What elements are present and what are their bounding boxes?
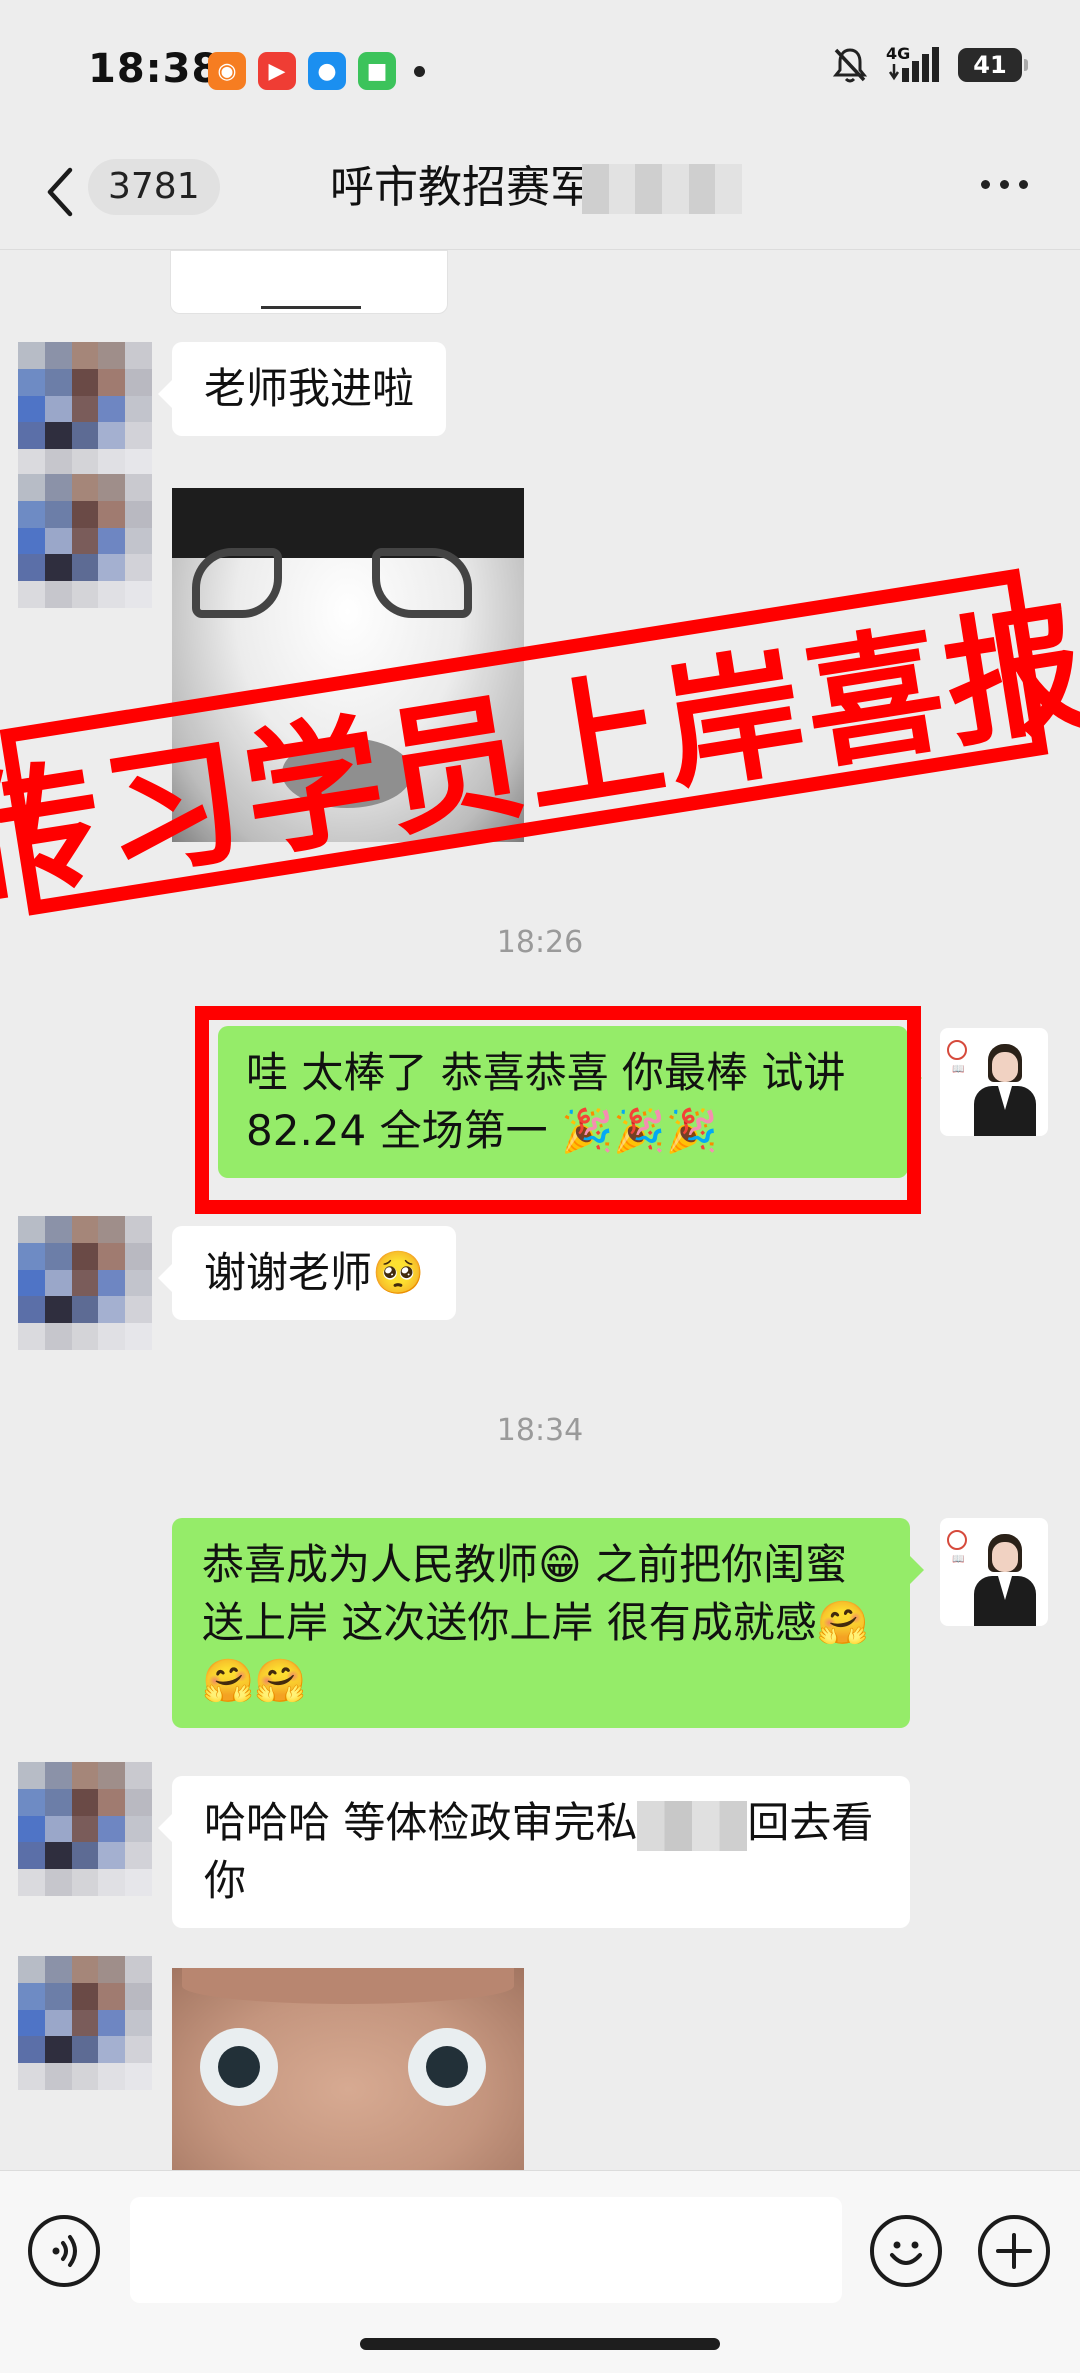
my-avatar[interactable]: 📖 — [940, 1518, 1048, 1626]
more-icon[interactable] — [981, 180, 1028, 189]
more-notifications-dot — [414, 65, 425, 77]
title-mosaic — [582, 164, 742, 214]
message-bubble[interactable]: 哈哈哈 等体检政审完私 回去看你 — [158, 1776, 910, 1928]
green-message-icon: ■ — [358, 52, 396, 90]
message-text: 谢谢老师🥺 — [204, 1248, 425, 1297]
my-avatar[interactable]: 📖 — [940, 1028, 1048, 1136]
chat-title: 呼市教招赛军 — [330, 162, 594, 213]
status-time: 18:38 — [88, 46, 221, 92]
orange-app-icon: ◉ — [208, 52, 246, 90]
contact-avatar[interactable] — [18, 1956, 152, 2090]
system-icons: 4G 41 — [832, 44, 1028, 84]
announcement-stamp: 传习学员上岸喜报 — [0, 568, 1080, 923]
voice-icon[interactable] — [28, 2215, 100, 2287]
plus-icon[interactable] — [978, 2215, 1050, 2287]
seal-icon — [947, 1530, 967, 1550]
message-bubble[interactable]: 谢谢老师🥺 — [157, 1226, 457, 1320]
stamp-text: 传习学员上岸喜报 — [0, 585, 1080, 923]
emoji-icon[interactable] — [870, 2215, 942, 2287]
contact-avatar[interactable] — [18, 342, 152, 476]
blue-app-icon: ● — [308, 52, 346, 90]
message-text: 老师我进啦 — [204, 364, 415, 413]
mute-icon — [832, 48, 868, 83]
network-type: 4G — [886, 44, 911, 63]
back-icon[interactable] — [40, 162, 80, 222]
contact-avatar[interactable] — [18, 474, 152, 608]
my-message-bubble[interactable]: 恭喜成为人民教师😁 之前把你闺蜜送上岸 这次送你上岸 很有成就感🤗🤗🤗 — [172, 1518, 924, 1728]
highlight-box — [195, 1006, 921, 1214]
status-bar: 18:38 ◉ ▶ ● ■ 4G 41 — [0, 0, 1080, 140]
contact-avatar[interactable] — [18, 1762, 152, 1896]
chat-header: 3781 呼市教招赛军 — [0, 140, 1080, 250]
message-bubble[interactable]: 老师我进啦 — [157, 342, 447, 436]
seal-icon — [947, 1040, 967, 1060]
battery-level: 41 — [973, 51, 1007, 79]
battery-icon: 41 — [958, 48, 1028, 82]
timestamp: 18:34 — [496, 1413, 584, 1448]
wide-eyes-sticker[interactable] — [172, 1968, 524, 2170]
timestamp: 18:26 — [496, 925, 584, 960]
text-mosaic — [637, 1800, 748, 1851]
unread-count-badge[interactable]: 3781 — [88, 159, 220, 215]
message-text-part1: 哈哈哈 等体检政审完私 — [204, 1798, 638, 1847]
red-video-icon: ▶ — [258, 52, 296, 90]
signal-icon: 4G — [886, 44, 940, 84]
contact-avatar[interactable] — [18, 1216, 152, 1350]
partial-image-message[interactable] — [170, 250, 448, 314]
message-input[interactable] — [130, 2197, 842, 2303]
notification-icons: ◉ ▶ ● ■ — [208, 52, 425, 90]
message-text: 恭喜成为人民教师😁 之前把你闺蜜送上岸 这次送你上岸 很有成就感🤗🤗🤗 — [202, 1540, 869, 1705]
home-indicator[interactable] — [360, 2338, 720, 2350]
